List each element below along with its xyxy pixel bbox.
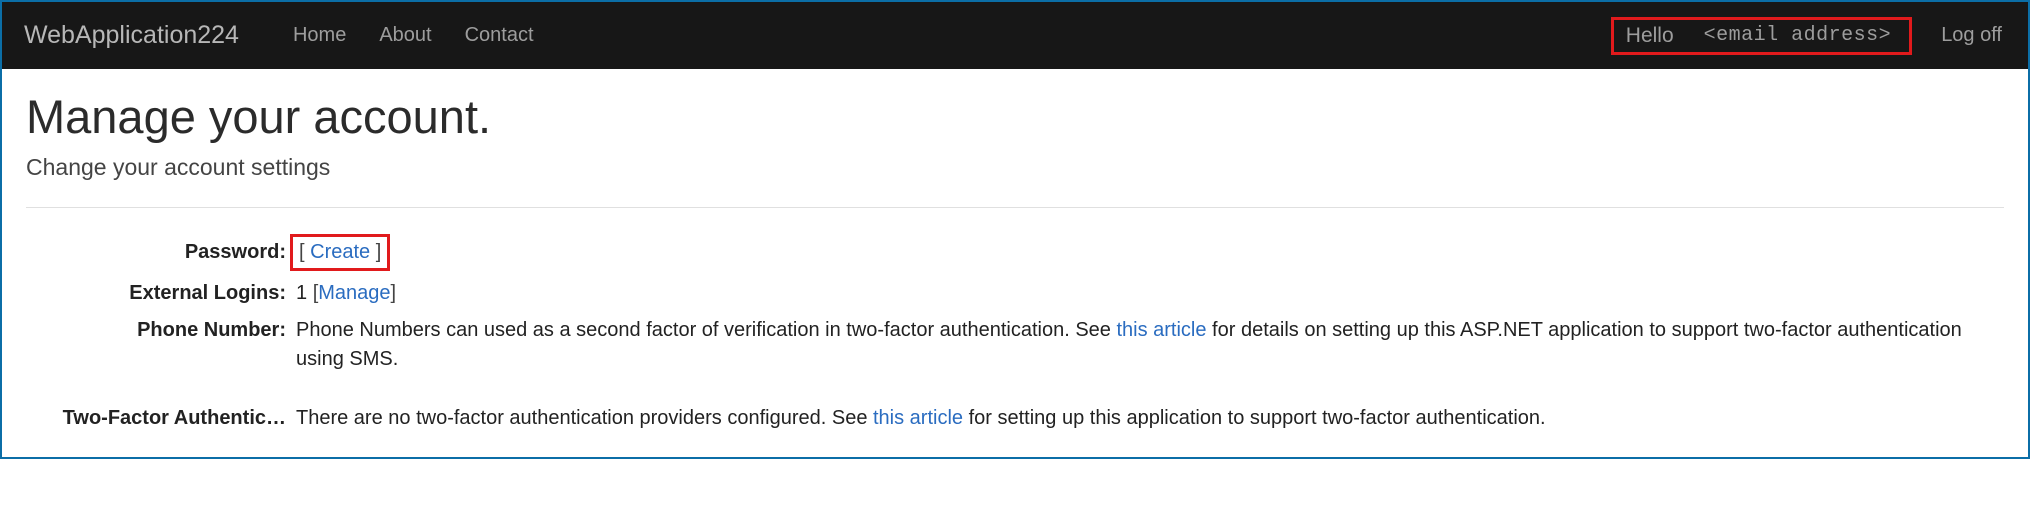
phone-text-before: Phone Numbers can used as a second facto…	[296, 319, 1116, 341]
nav-contact[interactable]: Contact	[461, 18, 538, 53]
value-two-factor: There are no two-factor authentication p…	[296, 404, 2004, 433]
nav-right: Hello <email address> Log off	[1611, 17, 2006, 55]
brand-link[interactable]: WebApplication224	[24, 21, 239, 50]
bracket-open: [	[299, 241, 310, 263]
nav-home[interactable]: Home	[289, 18, 350, 53]
manage-external-logins-link[interactable]: Manage	[318, 282, 390, 304]
page-subtitle: Change your account settings	[26, 154, 2004, 181]
page-title: Manage your account.	[26, 89, 2004, 144]
bracket-close: ]	[370, 241, 381, 263]
value-external-logins: 1 [Manage]	[296, 279, 2004, 308]
label-phone-number: Phone Number:	[26, 316, 286, 345]
user-email: <email address>	[1704, 24, 1892, 47]
navbar: WebApplication224 Home About Contact Hel…	[2, 2, 2028, 69]
nav-left: WebApplication224 Home About Contact	[24, 18, 538, 53]
hello-prefix: Hello	[1626, 24, 1674, 48]
label-password: Password:	[26, 238, 286, 267]
create-highlight: [ Create ]	[290, 234, 390, 271]
divider	[26, 207, 2004, 208]
twofactor-text-after: for setting up this application to suppo…	[963, 407, 1546, 429]
twofactor-article-link[interactable]: this article	[873, 407, 963, 429]
bracket-close: ]	[391, 282, 397, 304]
external-login-count: 1	[296, 282, 313, 304]
content-area: Manage your account. Change your account…	[2, 69, 2028, 457]
page-frame: WebApplication224 Home About Contact Hel…	[0, 0, 2030, 459]
hello-user-link[interactable]: Hello <email address>	[1611, 17, 1912, 55]
phone-article-link[interactable]: this article	[1116, 319, 1206, 341]
value-phone-number: Phone Numbers can used as a second facto…	[296, 316, 2004, 374]
logoff-link[interactable]: Log off	[1937, 18, 2006, 53]
twofactor-text-before: There are no two-factor authentication p…	[296, 407, 873, 429]
nav-about[interactable]: About	[375, 18, 435, 53]
label-external-logins: External Logins:	[26, 279, 286, 308]
label-two-factor: Two-Factor Authentic…	[26, 404, 286, 433]
create-password-link[interactable]: Create	[310, 241, 370, 263]
settings-list: Password: [ Create ] External Logins: 1 …	[26, 234, 2004, 433]
value-password: [ Create ]	[296, 234, 2004, 271]
